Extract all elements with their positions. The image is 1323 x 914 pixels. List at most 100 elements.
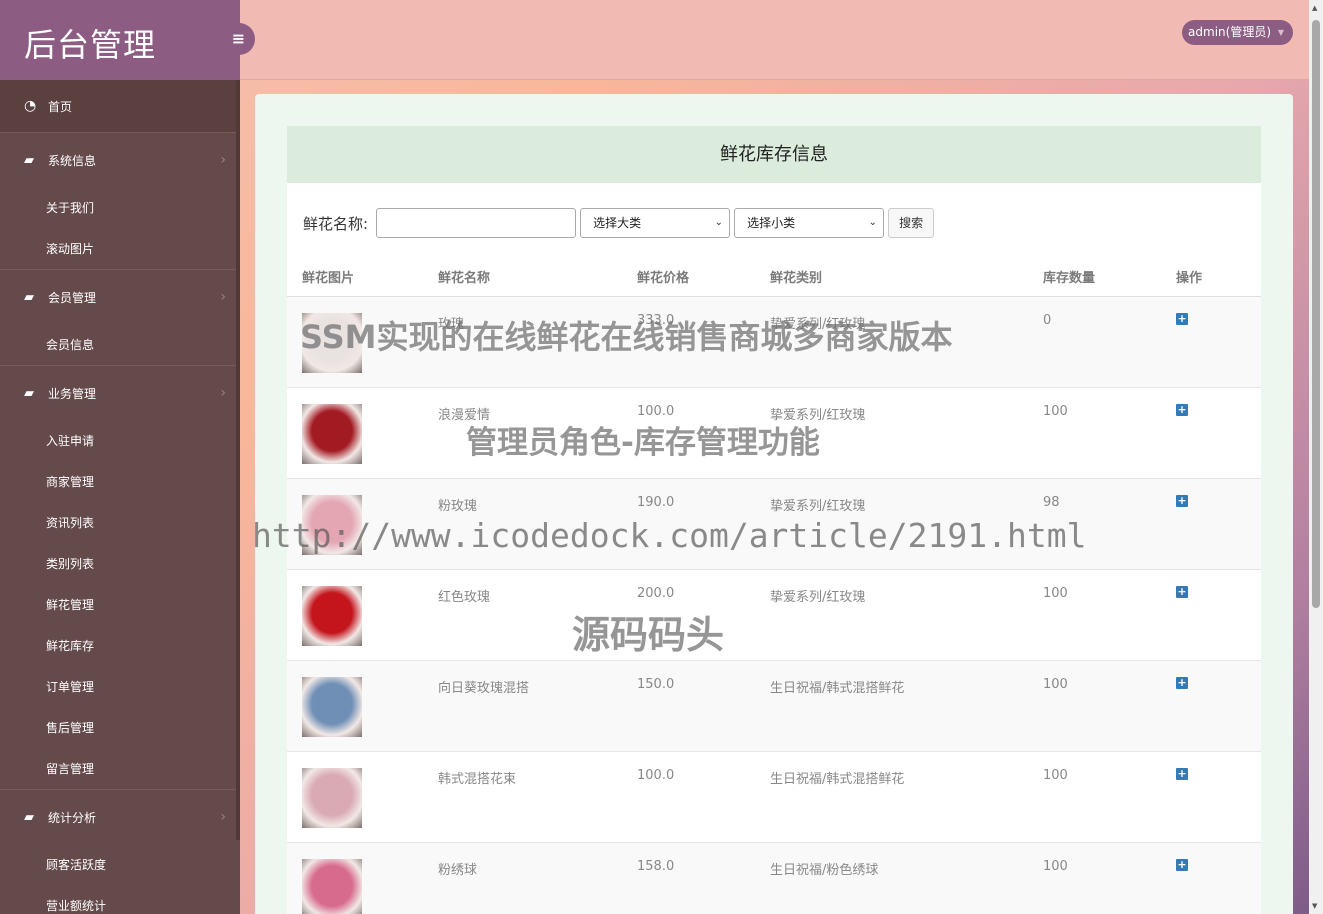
plus-square-icon[interactable]: + (1176, 313, 1188, 325)
sidebar-item[interactable]: 营业额统计 (0, 885, 240, 914)
scrollbar-thumb[interactable] (1312, 20, 1320, 608)
caret-down-icon: ▼ (1277, 28, 1284, 37)
chevron-right-icon: › (220, 809, 226, 825)
sidebar-item[interactable]: 滚动图片 (0, 228, 240, 269)
chevron-down-icon: ⌄ (868, 217, 878, 228)
table-body: 玫瑰 333.0 挚爱系列/红玫瑰 0 + 浪漫爱情 100.0 挚爱系列/红玫瑰 100 + 粉玫… (287, 297, 1261, 914)
sidebar-item[interactable]: 商家管理 (0, 461, 240, 502)
category-select[interactable]: 选择大类 ⌄ (580, 208, 731, 238)
watermark-line-4: 源码码头 (572, 613, 725, 657)
table-row: 向日葵玫瑰混搭 150.0 生日祝福/韩式混搭鲜花 100 + (287, 661, 1261, 752)
header-action: 操作 (1176, 271, 1203, 286)
cell-image (287, 677, 438, 737)
cell-stock: 100 (1043, 404, 1068, 419)
sidebar-item[interactable]: 资讯列表 (0, 502, 240, 543)
sidebar: 后台管理 ◔ 首页 ▰ 系统信息 › 关于我们 滚动图片 ▰ 会员管理 › 会员信息 ▰ 业务管理 ›… (0, 0, 240, 914)
sidebar-group: ▰ 会员管理 › 会员信息 (0, 269, 240, 365)
admin-menu-button[interactable]: admin(管理员) ▼ (1182, 20, 1293, 45)
sidebar-group-label: 业务管理 (48, 386, 97, 401)
sidebar-item[interactable]: 订单管理 (0, 666, 240, 707)
category-select-value: 选择大类 (593, 216, 642, 230)
cell-stock: 98 (1043, 495, 1060, 510)
flower-name-input[interactable] (376, 208, 577, 238)
top-bar: admin(管理员) ▼ (240, 0, 1309, 80)
sidebar-item[interactable]: 关于我们 (0, 187, 240, 228)
watermark-line-1: SSM实现的在线鲜花在线销售商城多商家版本 (300, 318, 953, 356)
sidebar-item[interactable]: 入驻申请 (0, 420, 240, 461)
cell-name: 韩式混搭花束 (438, 772, 517, 787)
plus-square-icon[interactable]: + (1176, 768, 1188, 780)
header-image: 鲜花图片 (302, 271, 355, 286)
sidebar-group: ▰ 系统信息 › 关于我们 滚动图片 (0, 132, 240, 269)
cell-action: + (1176, 586, 1261, 598)
sidebar-group-label: 统计分析 (48, 810, 97, 825)
sidebar-group-header[interactable]: ▰ 业务管理 › (0, 366, 240, 420)
sidebar-item[interactable]: 售后管理 (0, 707, 240, 748)
sidebar-group-label: 会员管理 (48, 290, 97, 305)
brand-title: 后台管理 (0, 0, 240, 80)
header-name: 鲜花名称 (438, 271, 491, 286)
cell-stock: 100 (1043, 768, 1068, 783)
cell-action: + (1176, 677, 1261, 689)
flower-thumbnail (302, 768, 362, 828)
sidebar-scrollbar[interactable] (236, 80, 240, 840)
cell-price: 190.0 (637, 495, 675, 510)
sidebar-item[interactable]: 留言管理 (0, 748, 240, 789)
cell-image (287, 859, 438, 914)
plus-square-icon[interactable]: + (1176, 859, 1188, 871)
table-header: 鲜花图片 鲜花名称 鲜花价格 鲜花类别 库存数量 操作 (287, 257, 1261, 297)
flower-thumbnail (302, 404, 362, 464)
page-title: 鲜花库存信息 (287, 126, 1261, 183)
sidebar-group: ▰ 统计分析 › 顾客活跃度 营业额统计 (0, 789, 240, 914)
chevron-right-icon: › (220, 385, 226, 401)
flower-thumbnail (302, 586, 362, 646)
cell-image (287, 586, 438, 646)
cell-action: + (1176, 495, 1261, 507)
subcategory-select[interactable]: 选择小类 ⌄ (734, 208, 885, 238)
plus-square-icon[interactable]: + (1176, 404, 1188, 416)
sidebar-item[interactable]: 鲜花管理 (0, 584, 240, 625)
chevron-right-icon: › (220, 289, 226, 305)
sidebar-group-header[interactable]: ▰ 会员管理 › (0, 270, 240, 324)
plus-square-icon[interactable]: + (1176, 586, 1188, 598)
sidebar-item[interactable]: 类别列表 (0, 543, 240, 584)
sidebar-item[interactable]: 顾客活跃度 (0, 844, 240, 885)
sidebar-item[interactable]: 鲜花库存 (0, 625, 240, 666)
header-price: 鲜花价格 (637, 271, 690, 286)
plus-square-icon[interactable]: + (1176, 495, 1188, 507)
sidebar-item-home[interactable]: ◔ 首页 (0, 80, 240, 132)
cell-action: + (1176, 768, 1261, 780)
cell-price: 158.0 (637, 859, 675, 874)
admin-label: admin(管理员) (1188, 25, 1271, 39)
search-button[interactable]: 搜索 (888, 208, 935, 238)
table-row: 韩式混搭花束 100.0 生日祝福/韩式混搭鲜花 100 + (287, 752, 1261, 843)
sidebar-item[interactable]: 会员信息 (0, 324, 240, 365)
cell-category: 挚爱系列/红玫瑰 (770, 590, 866, 605)
page-scrollbar[interactable]: ▲ ▼ (1309, 0, 1323, 914)
content-panel: 鲜花库存信息 鲜花名称: 选择大类 ⌄ 选择小类 ⌄ 搜索 鲜花图片 鲜花名称 … (255, 94, 1293, 914)
menu-toggle-icon[interactable]: ≡ (222, 23, 255, 55)
cell-name: 向日葵玫瑰混搭 (438, 681, 530, 696)
cell-action: + (1176, 404, 1261, 416)
book-icon: ▰ (24, 152, 34, 168)
cell-name: 红色玫瑰 (438, 590, 491, 605)
sidebar-group-header[interactable]: ▰ 系统信息 › (0, 133, 240, 187)
plus-square-icon[interactable]: + (1176, 677, 1188, 689)
sidebar-group-header[interactable]: ▰ 统计分析 › (0, 790, 240, 844)
scroll-down-icon[interactable]: ▼ (1312, 902, 1317, 910)
book-icon: ▰ (24, 289, 34, 305)
sidebar-item-label: 首页 (48, 99, 73, 114)
cell-action: + (1176, 313, 1261, 325)
header-stock: 库存数量 (1043, 271, 1096, 286)
cell-action: + (1176, 859, 1261, 871)
scroll-up-icon[interactable]: ▲ (1312, 4, 1317, 12)
cell-name: 粉玫瑰 (438, 499, 478, 514)
cell-category: 挚爱系列/红玫瑰 (770, 499, 866, 514)
book-icon: ▰ (24, 809, 34, 825)
cell-category: 生日祝福/粉色绣球 (770, 863, 879, 878)
flower-thumbnail (302, 677, 362, 737)
search-label: 鲜花名称: (303, 214, 369, 233)
cell-stock: 100 (1043, 586, 1068, 601)
header-category: 鲜花类别 (770, 271, 823, 286)
cell-price: 200.0 (637, 586, 675, 601)
